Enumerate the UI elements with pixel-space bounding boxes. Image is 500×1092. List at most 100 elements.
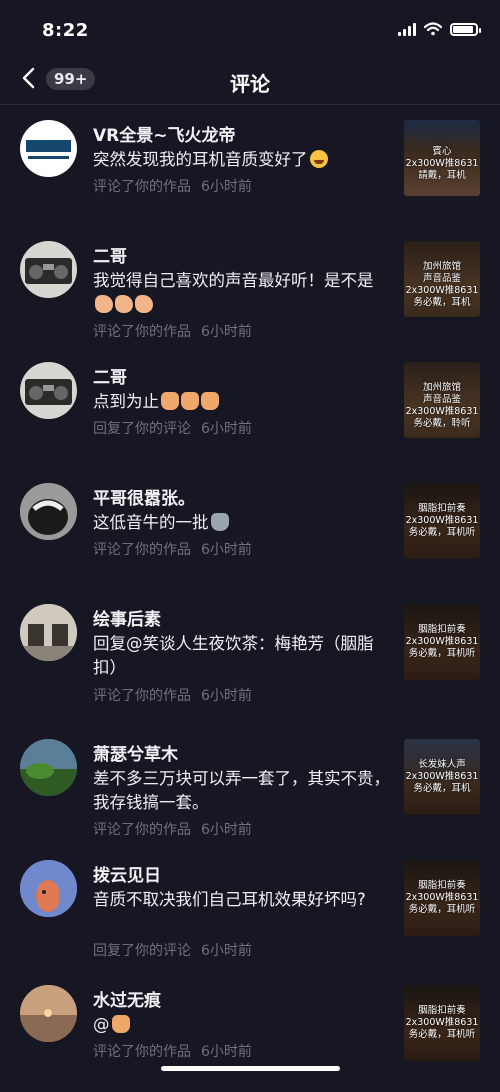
- comment-time: 6小时前: [201, 542, 252, 558]
- aquarium-avatar-image: [20, 739, 77, 796]
- boombox-avatar-image: [25, 258, 72, 284]
- comment-item[interactable]: 平哥很嚣张。 这低音牛的一批 评论了你的作品 6小时前 胭脂扣前奏 2x300W推…: [0, 469, 500, 590]
- comment-meta: 评论了你的作品 6小时前: [93, 819, 252, 839]
- comment-action: 评论了你的作品: [93, 1044, 191, 1060]
- thumbnail-caption: 胭脂扣前奏 2x300W推8631 务必戴，耳机听: [405, 624, 479, 659]
- comment-text: 突然发现我的耳机音质变好了: [93, 148, 393, 172]
- thumbs-up-emoji-icon: [161, 392, 179, 410]
- avatar[interactable]: [20, 362, 77, 419]
- video-thumbnail[interactable]: 加州旅馆 声音品鉴 2x300W推8631 务必戴，耳机: [404, 241, 480, 317]
- comment-body: 我觉得自己喜欢的声音最好听！是不是: [93, 271, 374, 290]
- comment-meta: 评论了你的作品 6小时前: [93, 685, 252, 705]
- comment-time: 6小时前: [201, 943, 252, 959]
- video-thumbnail[interactable]: 加州旅馆 声音品鉴 2x300W推8631 务必戴，聆听: [404, 362, 480, 438]
- comment-time: 6小时前: [201, 1044, 252, 1060]
- comment-action: 评论了你的作品: [93, 688, 191, 704]
- commenter-name[interactable]: 平哥很嚣张。: [93, 484, 195, 509]
- video-thumbnail[interactable]: 胭脂扣前奏 2x300W推8631 务必戴，耳机听: [404, 604, 480, 680]
- comment-text: @: [93, 1013, 393, 1037]
- comment-item[interactable]: 绘事后素 回复@笑谈人生夜饮茶：梅艳芳（胭脂扣） 评论了你的作品 6小时前 胭脂扣…: [0, 590, 500, 725]
- boombox-avatar-image: [25, 379, 72, 405]
- avatar[interactable]: [20, 483, 77, 540]
- comment-meta: 评论了你的作品 6小时前: [93, 176, 252, 196]
- comment-text: 我觉得自己喜欢的声音最好听！是不是: [93, 269, 393, 317]
- comment-body: @: [93, 1015, 110, 1034]
- cat-emoji-icon: [210, 513, 229, 531]
- comment-item[interactable]: 拨云见日 音质不取决我们自己耳机效果好坏吗? 回复了你的评论 6小时前 胭脂扣前奏…: [0, 846, 500, 971]
- page-title: 评论: [230, 72, 270, 96]
- avatar[interactable]: [20, 120, 77, 177]
- comment-text: 这低音牛的一批: [93, 511, 393, 535]
- comment-item[interactable]: 二哥 我觉得自己喜欢的声音最好听！是不是 评论了你的作品 6小时前 加州旅馆 声音…: [0, 227, 500, 348]
- video-thumbnail[interactable]: 长发妹人声 2x300W推8631 务必戴，耳机: [404, 739, 480, 815]
- home-indicator[interactable]: [161, 1066, 340, 1071]
- thumbnail-caption: 胭脂扣前奏 2x300W推8631 务必戴，耳机听: [405, 1005, 479, 1040]
- comment-body: 点到为止: [93, 392, 159, 411]
- comment-item[interactable]: 萧瑟兮草木 差不多三万块可以弄一套了，其实不贵，我存钱搞一套。 评论了你的作品 6…: [0, 725, 500, 846]
- video-thumbnail[interactable]: 胭脂扣前奏 2x300W推8631 务必戴，耳机听: [404, 483, 480, 559]
- comment-text: 音质不取决我们自己耳机效果好坏吗?: [93, 890, 366, 909]
- comment-time: 6小时前: [201, 688, 252, 704]
- comment-meta: 回复了你的评论 6小时前: [93, 940, 252, 960]
- comment-text: 回复@笑谈人生夜饮茶：梅艳芳（胭脂扣）: [93, 634, 374, 677]
- commenter-name[interactable]: 二哥: [93, 363, 127, 388]
- comment-item[interactable]: VR全景~飞火龙帝 突然发现我的耳机音质变好了 评论了你的作品 6小时前 賓心 2…: [0, 106, 500, 227]
- avatar[interactable]: [20, 604, 77, 661]
- status-icons: [398, 22, 481, 36]
- comment-time: 6小时前: [201, 421, 252, 437]
- commenter-name[interactable]: 水过无痕: [93, 986, 161, 1011]
- thumbnail-caption: 賓心 2x300W推8631 請戴，耳机: [405, 146, 479, 181]
- comment-meta: 回复了你的评论 6小时前: [93, 418, 252, 438]
- avatar[interactable]: [20, 860, 77, 917]
- thumbnail-caption: 加州旅馆 声音品鉴 2x300W推8631 务必戴，聆听: [405, 382, 479, 429]
- commenter-name[interactable]: 萧瑟兮草木: [93, 740, 178, 765]
- status-bar: 8:22: [0, 0, 500, 60]
- comment-meta: 评论了你的作品 6小时前: [93, 321, 252, 341]
- comment-body: 这低音牛的一批: [93, 513, 209, 532]
- comment-action: 回复了你的评论: [93, 421, 191, 437]
- comment-text: 点到为止: [93, 390, 393, 414]
- clap-emoji-icon: [95, 295, 113, 313]
- thumbnail-caption: 胭脂扣前奏 2x300W推8631 务必戴，耳机听: [405, 880, 479, 915]
- video-thumbnail[interactable]: 胭脂扣前奏 2x300W推8631 务必戴，耳机听: [404, 985, 480, 1061]
- laughing-emoji-icon: [309, 150, 328, 168]
- comment-meta: 评论了你的作品 6小时前: [93, 1041, 252, 1061]
- commenter-name[interactable]: 绘事后素: [93, 605, 161, 630]
- video-thumbnail[interactable]: 賓心 2x300W推8631 請戴，耳机: [404, 120, 480, 196]
- commenter-name[interactable]: VR全景~飞火龙帝: [93, 121, 236, 146]
- nav-bar: 99+ 评论: [0, 56, 500, 105]
- comment-meta: 评论了你的作品 6小时前: [93, 539, 252, 559]
- comment-time: 6小时前: [201, 822, 252, 838]
- badger-avatar-image: [20, 483, 77, 540]
- thumbs-up-emoji-icon: [111, 1015, 130, 1033]
- comment-time: 6小时前: [201, 324, 252, 340]
- comment-text: 差不多三万块可以弄一套了，其实不贵，我存钱搞一套。: [93, 769, 390, 812]
- comment-action: 评论了你的作品: [93, 822, 191, 838]
- logo-avatar-image: [26, 140, 71, 159]
- battery-icon: [450, 22, 481, 36]
- commenter-name[interactable]: 二哥: [93, 242, 127, 267]
- comment-action: 评论了你的作品: [93, 542, 191, 558]
- thumbnail-caption: 加州旅馆 声音品鉴 2x300W推8631 务必戴，耳机: [405, 261, 479, 308]
- comment-action: 评论了你的作品: [93, 179, 191, 195]
- interior-avatar-image: [20, 604, 77, 661]
- comment-body: 突然发现我的耳机音质变好了: [93, 150, 308, 169]
- comment-item[interactable]: 水过无痕 @ 评论了你的作品 6小时前 胭脂扣前奏 2x300W推8631 务必戴…: [0, 971, 500, 1092]
- sunset-avatar-image: [20, 985, 77, 1042]
- cartoon-avatar-image: [20, 860, 77, 917]
- wifi-icon: [424, 22, 442, 36]
- status-time: 8:22: [42, 20, 89, 41]
- thumbs-up-emoji-icon: [181, 392, 199, 410]
- commenter-name[interactable]: 拨云见日: [93, 861, 161, 886]
- video-thumbnail[interactable]: 胭脂扣前奏 2x300W推8631 务必戴，耳机听: [404, 860, 480, 936]
- avatar[interactable]: [20, 241, 77, 298]
- comment-item[interactable]: 二哥 点到为止 回复了你的评论 6小时前 加州旅馆 声音品鉴 2x300W推863…: [0, 348, 500, 469]
- avatar[interactable]: [20, 985, 77, 1042]
- clap-emoji-icon: [115, 295, 133, 313]
- comment-list: VR全景~飞火龙帝 突然发现我的耳机音质变好了 评论了你的作品 6小时前 賓心 2…: [0, 106, 500, 1092]
- comment-time: 6小时前: [201, 179, 252, 195]
- thumbnail-caption: 长发妹人声 2x300W推8631 务必戴，耳机: [405, 759, 479, 794]
- cellular-signal-icon: [398, 22, 416, 36]
- avatar[interactable]: [20, 739, 77, 796]
- thumbnail-caption: 胭脂扣前奏 2x300W推8631 务必戴，耳机听: [405, 503, 479, 538]
